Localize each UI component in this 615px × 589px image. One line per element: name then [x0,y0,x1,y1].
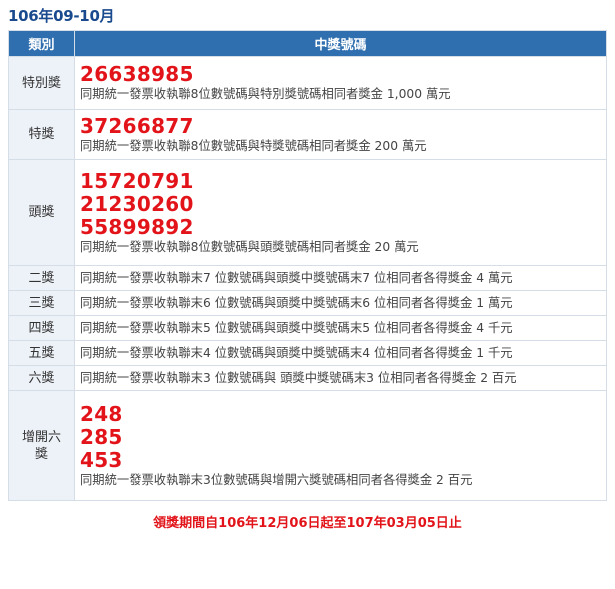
category-cell: 五獎 [8,340,75,366]
prize-description: 同期統一發票收執聯末3 位數號碼與 頭獎中獎號碼末3 位相同者各得獎金 2 百元 [80,371,517,385]
table-row: 頭獎 15720791 21230260 55899892 同期統一發票收執聯8… [8,159,607,266]
category-cell: 特獎 [8,109,75,160]
category-cell: 二獎 [8,265,75,291]
prize-description: 同期統一發票收執聯8位數號碼與特獎號碼相同者獎金 200 萬元 [80,138,427,153]
winning-number: 55899892 [80,214,194,239]
prize-table: 類別 中獎號碼 特別獎 26638985 同期統一發票收執聯8位數號碼與特別獎號… [8,30,607,501]
prize-content: 同期統一發票收執聯末6 位數號碼與頭獎中獎號碼末6 位相同者各得獎金 1 萬元 [74,290,607,316]
prize-description: 同期統一發票收執聯末4 位數號碼與頭獎中獎號碼末4 位相同者各得獎金 1 千元 [80,346,513,360]
period-title: 106年09-10月 [8,7,115,25]
category-cell: 增開六獎 [8,390,75,501]
category-cell: 頭獎 [8,159,75,266]
category-cell: 六獎 [8,365,75,391]
category-cell: 四獎 [8,315,75,341]
header-category: 類別 [8,30,75,57]
table-row: 四獎 同期統一發票收執聯末5 位數號碼與頭獎中獎號碼末5 位相同者各得獎金 4 … [8,315,607,341]
prize-content: 同期統一發票收執聯末3 位數號碼與 頭獎中獎號碼末3 位相同者各得獎金 2 百元 [74,365,607,391]
claim-period-notice: 領獎期間自106年12月06日起至107年03月05日止 [153,516,462,531]
winning-number: 26638985 [80,62,194,86]
table-row: 三獎 同期統一發票收執聯末6 位數號碼與頭獎中獎號碼末6 位相同者各得獎金 1 … [8,290,607,316]
prize-description: 同期統一發票收執聯末5 位數號碼與頭獎中獎號碼末5 位相同者各得獎金 4 千元 [80,321,513,335]
prize-content: 37266877 同期統一發票收執聯8位數號碼與特獎號碼相同者獎金 200 萬元 [74,109,607,160]
table-row: 特別獎 26638985 同期統一發票收執聯8位數號碼與特別獎號碼相同者獎金 1… [8,56,607,110]
prize-description: 同期統一發票收執聯末3位數號碼與增開六獎號碼相同者各得獎金 2 百元 [80,472,473,487]
table-header-row: 類別 中獎號碼 [8,30,607,57]
prize-content: 同期統一發票收執聯末7 位數號碼與頭獎中獎號碼末7 位相同者各得獎金 4 萬元 [74,265,607,291]
category-cell: 三獎 [8,290,75,316]
table-row: 五獎 同期統一發票收執聯末4 位數號碼與頭獎中獎號碼末4 位相同者各得獎金 1 … [8,340,607,366]
prize-content: 26638985 同期統一發票收執聯8位數號碼與特別獎號碼相同者獎金 1,000… [74,56,607,110]
prize-content: 248 285 453 同期統一發票收執聯末3位數號碼與增開六獎號碼相同者各得獎… [74,390,607,501]
prize-content: 15720791 21230260 55899892 同期統一發票收執聯8位數號… [74,159,607,266]
prize-content: 同期統一發票收執聯末5 位數號碼與頭獎中獎號碼末5 位相同者各得獎金 4 千元 [74,315,607,341]
header-winning-numbers: 中獎號碼 [74,30,607,57]
table-row: 增開六獎 248 285 453 同期統一發票收執聯末3位數號碼與增開六獎號碼相… [8,390,607,501]
category-cell: 特別獎 [8,56,75,110]
invoice-lottery-page: 106年09-10月 類別 中獎號碼 特別獎 26638985 同期統一發票收執… [0,0,615,589]
winning-number: 21230260 [80,191,194,216]
table-row: 二獎 同期統一發票收執聯末7 位數號碼與頭獎中獎號碼末7 位相同者各得獎金 4 … [8,265,607,291]
prize-content: 同期統一發票收執聯末4 位數號碼與頭獎中獎號碼末4 位相同者各得獎金 1 千元 [74,340,607,366]
winning-number: 285 [80,424,123,449]
prize-description: 同期統一發票收執聯末6 位數號碼與頭獎中獎號碼末6 位相同者各得獎金 1 萬元 [80,296,513,310]
prize-description: 同期統一發票收執聯末7 位數號碼與頭獎中獎號碼末7 位相同者各得獎金 4 萬元 [80,271,513,285]
table-row: 特獎 37266877 同期統一發票收執聯8位數號碼與特獎號碼相同者獎金 200… [8,109,607,160]
winning-number: 453 [80,447,123,472]
table-row: 六獎 同期統一發票收執聯末3 位數號碼與 頭獎中獎號碼末3 位相同者各得獎金 2… [8,365,607,391]
winning-number: 15720791 [80,168,194,193]
prize-description: 同期統一發票收執聯8位數號碼與特別獎號碼相同者獎金 1,000 萬元 [80,87,451,101]
winning-number: 248 [80,401,123,426]
winning-number: 37266877 [80,113,194,138]
prize-description: 同期統一發票收執聯8位數號碼與頭獎號碼相同者獎金 20 萬元 [80,239,419,254]
